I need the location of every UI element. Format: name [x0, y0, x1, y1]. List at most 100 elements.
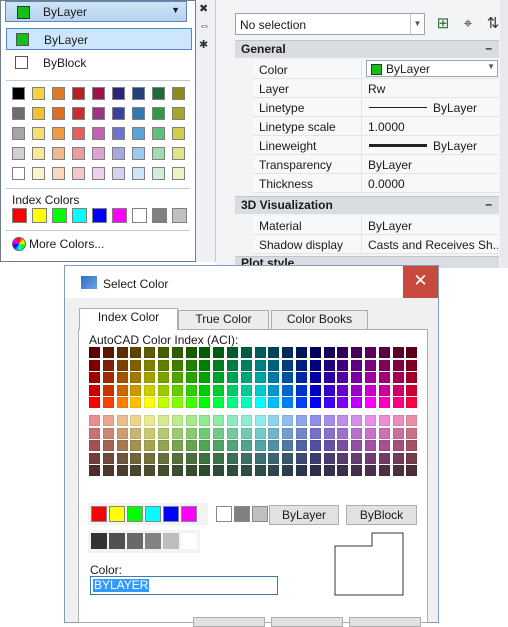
color-combo[interactable]: ByLayer ▼ — [366, 60, 498, 77]
aci-color-cell[interactable] — [351, 465, 363, 476]
aci-color-cell[interactable] — [378, 384, 390, 396]
aci-color-cell[interactable] — [185, 465, 197, 476]
aci-color-cell[interactable] — [185, 440, 197, 451]
aci-color-cell[interactable] — [199, 384, 211, 396]
color-cell[interactable] — [132, 167, 145, 180]
color-cell[interactable] — [92, 147, 105, 160]
property-row-shadow-display[interactable]: Shadow display Casts and Receives Sh... — [253, 235, 499, 254]
aci-color-cell[interactable] — [102, 440, 114, 451]
color-cell[interactable] — [72, 167, 85, 180]
color-cell[interactable] — [72, 87, 85, 100]
aci-color-cell[interactable] — [268, 427, 280, 439]
aci-color-cell[interactable] — [144, 415, 156, 426]
aci-color-cell[interactable] — [171, 415, 183, 426]
index-color-cell[interactable] — [52, 208, 67, 223]
aci-color-cell[interactable] — [254, 359, 266, 371]
color-cell[interactable] — [152, 87, 165, 100]
color-cell[interactable] — [32, 107, 45, 120]
gray-color-cell[interactable] — [91, 533, 107, 549]
aci-color-cell[interactable] — [199, 427, 211, 439]
aci-color-cell[interactable] — [296, 452, 307, 464]
aci-color-cell[interactable] — [171, 465, 183, 476]
aci-color-cell[interactable] — [296, 440, 307, 451]
aci-color-cell[interactable] — [158, 397, 169, 408]
bylayer-button[interactable]: ByLayer — [269, 505, 339, 525]
aci-color-cell[interactable] — [116, 397, 128, 408]
standard-color-cell[interactable] — [109, 506, 125, 522]
aci-color-cell[interactable] — [268, 397, 280, 408]
more-colors-item[interactable]: More Colors... — [12, 237, 104, 251]
aci-color-cell[interactable] — [240, 427, 252, 439]
collapse-icon[interactable]: – — [485, 41, 492, 55]
aci-color-cell[interactable] — [268, 359, 280, 371]
close-icon[interactable]: ✖ — [199, 2, 208, 15]
aci-color-cell[interactable] — [102, 465, 114, 476]
standard-color-cell[interactable] — [216, 506, 232, 522]
dropdown-item-bylayer[interactable]: ByLayer — [6, 28, 192, 50]
aci-color-cell[interactable] — [365, 359, 376, 371]
aci-color-cell[interactable] — [171, 347, 183, 358]
color-cell[interactable] — [12, 147, 25, 160]
aci-color-cell[interactable] — [199, 397, 211, 408]
standard-color-cell[interactable] — [127, 506, 143, 522]
aci-color-cell[interactable] — [213, 440, 225, 451]
color-cell[interactable] — [12, 127, 25, 140]
aci-color-cell[interactable] — [144, 384, 156, 396]
aci-color-cell[interactable] — [227, 397, 238, 408]
aci-color-cell[interactable] — [240, 397, 252, 408]
aci-color-cell[interactable] — [116, 372, 128, 383]
aci-color-cell[interactable] — [296, 397, 307, 408]
aci-color-cell[interactable] — [296, 415, 307, 426]
aci-color-cell[interactable] — [365, 415, 376, 426]
color-cell[interactable] — [72, 147, 85, 160]
color-cell[interactable] — [52, 127, 65, 140]
aci-color-cell[interactable] — [199, 452, 211, 464]
aci-color-cell[interactable] — [406, 359, 418, 371]
aci-color-cell[interactable] — [89, 384, 100, 396]
chevron-down-icon[interactable]: ▼ — [410, 14, 424, 34]
color-cell[interactable] — [172, 107, 185, 120]
aci-color-cell[interactable] — [351, 452, 363, 464]
aci-color-cell[interactable] — [309, 347, 321, 358]
aci-color-cell[interactable] — [185, 427, 197, 439]
aci-color-cell[interactable] — [268, 440, 280, 451]
aci-color-cell[interactable] — [351, 372, 363, 383]
aci-color-cell[interactable] — [337, 372, 349, 383]
aci-color-cell[interactable] — [185, 372, 197, 383]
aci-color-cell[interactable] — [254, 452, 266, 464]
aci-color-cell[interactable] — [323, 452, 335, 464]
aci-color-cell[interactable] — [296, 465, 307, 476]
aci-color-cell[interactable] — [144, 359, 156, 371]
color-cell[interactable] — [12, 167, 25, 180]
aci-color-cell[interactable] — [406, 440, 418, 451]
aci-color-cell[interactable] — [323, 384, 335, 396]
aci-color-cell[interactable] — [337, 384, 349, 396]
aci-color-cell[interactable] — [378, 397, 390, 408]
aci-color-cell[interactable] — [268, 384, 280, 396]
aci-color-cell[interactable] — [171, 440, 183, 451]
aci-color-cell[interactable] — [185, 359, 197, 371]
aci-color-cell[interactable] — [254, 427, 266, 439]
aci-color-cell[interactable] — [144, 427, 156, 439]
aci-color-cell[interactable] — [102, 359, 114, 371]
aci-color-cell[interactable] — [309, 440, 321, 451]
aci-color-cell[interactable] — [89, 465, 100, 476]
aci-color-cell[interactable] — [227, 347, 238, 358]
aci-color-cell[interactable] — [323, 347, 335, 358]
color-cell[interactable] — [112, 127, 125, 140]
aci-color-cell[interactable] — [309, 359, 321, 371]
aci-color-cell[interactable] — [282, 452, 294, 464]
standard-color-cell[interactable] — [91, 506, 107, 522]
aci-color-cell[interactable] — [144, 452, 156, 464]
byblock-button[interactable]: ByBlock — [346, 505, 417, 525]
index-color-cell[interactable] — [32, 208, 47, 223]
aci-color-cell[interactable] — [213, 452, 225, 464]
standard-color-cell[interactable] — [145, 506, 161, 522]
aci-color-cell[interactable] — [254, 415, 266, 426]
aci-color-cell[interactable] — [309, 427, 321, 439]
color-dropdown-header[interactable]: ByLayer ▼ — [5, 1, 187, 22]
aci-color-cell[interactable] — [89, 372, 100, 383]
aci-color-cell[interactable] — [130, 397, 142, 408]
aci-color-cell[interactable] — [171, 372, 183, 383]
aci-color-cell[interactable] — [199, 372, 211, 383]
